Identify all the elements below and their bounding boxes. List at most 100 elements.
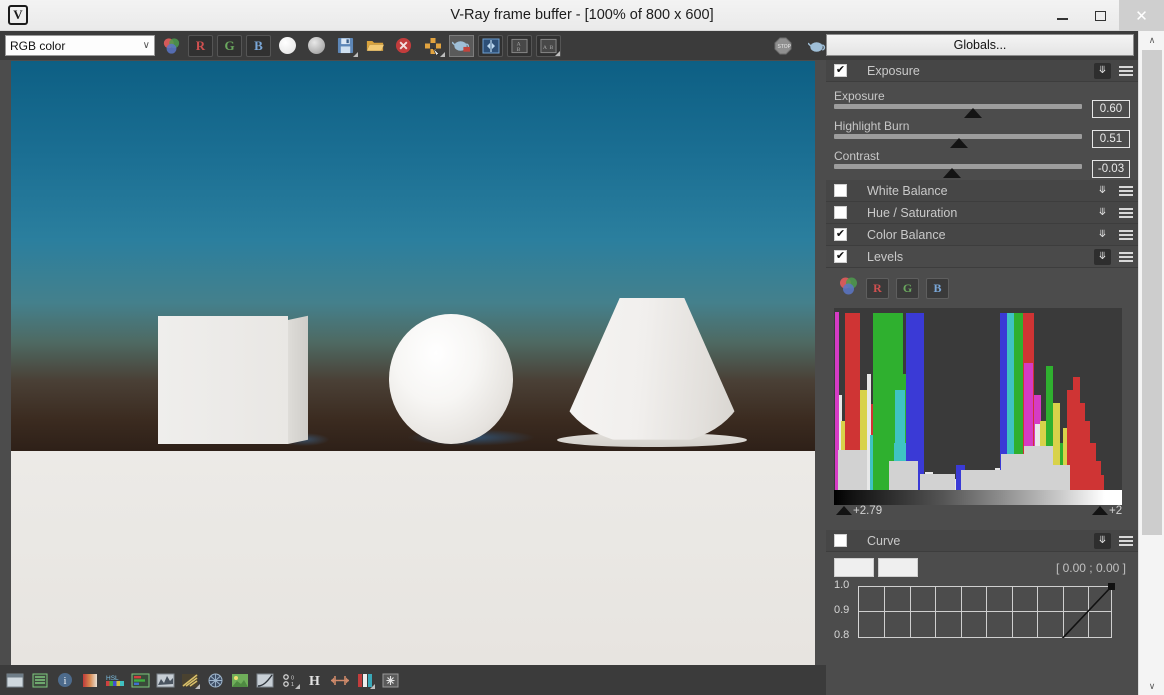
icc-icon[interactable] — [230, 671, 250, 689]
hamburger-menu-icon[interactable] — [1119, 65, 1133, 76]
grey-circle-icon — [308, 37, 325, 54]
white-balance-checkbox[interactable] — [834, 184, 847, 197]
svg-text:0: 0 — [291, 675, 294, 681]
curve-control-point[interactable] — [1108, 583, 1115, 590]
contrast-value[interactable]: -0.03 — [1092, 160, 1130, 178]
ab-horizontal-button[interactable]: A B — [536, 34, 561, 57]
color-venn-icon — [163, 37, 180, 54]
levels-rgb-button[interactable] — [838, 276, 859, 301]
section-header-exposure[interactable]: ✔ Exposure ⤋ — [826, 60, 1138, 82]
srgb-icon[interactable] — [205, 671, 225, 689]
blue-channel-button[interactable]: B — [246, 34, 271, 57]
render-last-button[interactable] — [449, 34, 474, 57]
bars-icon[interactable] — [355, 671, 375, 689]
levels-histogram[interactable] — [834, 308, 1122, 490]
levels-red-button[interactable]: R — [866, 278, 889, 299]
double-chevron-down-icon[interactable]: ⤋ — [1094, 227, 1111, 243]
horizontal-flip-icon[interactable] — [330, 671, 350, 689]
hue-icon[interactable]: H — [305, 671, 325, 689]
histogram-band — [1052, 464, 1071, 490]
color-corrections-icon[interactable] — [30, 671, 50, 689]
levels-green-button[interactable]: G — [896, 278, 919, 299]
exposure-slider-thumb[interactable] — [964, 108, 982, 118]
exposure-body: Exposure 0.60 Highlight Burn 0.51 Contra… — [826, 82, 1138, 180]
gradient-icon[interactable] — [80, 671, 100, 689]
curve-swatch-2[interactable] — [878, 558, 918, 577]
exposure-checkbox[interactable]: ✔ — [834, 64, 847, 77]
double-chevron-down-icon[interactable]: ⤋ — [1094, 205, 1111, 221]
hamburger-menu-icon[interactable] — [1119, 185, 1133, 196]
green-channel-button[interactable]: G — [217, 34, 242, 57]
minimize-button[interactable] — [1043, 0, 1081, 31]
info-icon[interactable]: i — [55, 671, 75, 689]
channel-select[interactable]: RGB color ∨ — [5, 35, 155, 56]
curve-y-label-3: 0.8 — [834, 629, 850, 641]
histogram-band — [960, 469, 1002, 490]
save-image-button[interactable] — [333, 35, 358, 57]
curve-histogram-icon[interactable] — [155, 671, 175, 689]
exposure-track[interactable] — [834, 104, 1082, 118]
section-header-curve[interactable]: Curve ⤋ — [826, 530, 1138, 552]
contrast-slider-thumb[interactable] — [943, 168, 961, 178]
hamburger-menu-icon[interactable] — [1119, 207, 1133, 218]
scrollbar-thumb[interactable] — [1142, 50, 1162, 535]
histogram-band — [1100, 475, 1105, 490]
monochrome-button[interactable] — [304, 35, 329, 57]
hsl-icon[interactable]: HSL — [105, 671, 125, 689]
stop-render-button[interactable]: STOP — [770, 35, 795, 57]
hamburger-menu-icon[interactable] — [1119, 535, 1133, 546]
double-chevron-down-icon[interactable]: ⤋ — [1094, 532, 1111, 549]
scroll-up-button[interactable]: ∧ — [1139, 31, 1164, 49]
floppy-save-icon — [337, 37, 354, 54]
white-point-handle[interactable] — [1092, 506, 1108, 515]
highlight-burn-value[interactable]: 0.51 — [1092, 130, 1130, 148]
double-chevron-down-icon[interactable]: ⤋ — [1094, 248, 1111, 265]
close-button[interactable]: ✕ — [1119, 0, 1164, 31]
pixel-info-icon[interactable] — [5, 671, 25, 689]
section-header-color-balance[interactable]: ✔ Color Balance ⤋ — [826, 224, 1138, 246]
levels-checkbox[interactable]: ✔ — [834, 250, 847, 263]
section-header-levels[interactable]: ✔ Levels ⤋ — [826, 246, 1138, 268]
rendered-image[interactable] — [11, 61, 815, 665]
floor-plane — [11, 450, 815, 665]
red-x-icon — [395, 37, 412, 54]
globals-button[interactable]: Globals... — [826, 34, 1134, 56]
exposure-curve-icon[interactable] — [255, 671, 275, 689]
ab-vertical-button[interactable]: A B — [507, 34, 532, 57]
panel-scrollbar[interactable]: ∧ ∨ — [1138, 31, 1164, 695]
ocio-icon[interactable]: 01 — [280, 671, 300, 689]
red-channel-button[interactable]: R — [188, 34, 213, 57]
highlight-burn-track[interactable] — [834, 134, 1082, 148]
load-image-button[interactable] — [362, 35, 387, 57]
section-header-hue-saturation[interactable]: Hue / Saturation ⤋ — [826, 202, 1138, 224]
black-point-handle[interactable] — [836, 506, 852, 515]
curve-swatch-1[interactable] — [834, 558, 874, 577]
curve-checkbox[interactable] — [834, 534, 847, 547]
hamburger-menu-icon[interactable] — [1119, 229, 1133, 240]
maximize-button[interactable] — [1081, 0, 1119, 31]
scroll-down-button[interactable]: ∨ — [1139, 677, 1164, 695]
denoise-icon[interactable] — [380, 671, 400, 689]
alpha-channel-button[interactable] — [275, 35, 300, 57]
exposure-slider-label: Exposure — [834, 89, 885, 103]
clear-image-button[interactable] — [391, 35, 416, 57]
curve-graph[interactable]: 1.0 0.9 0.8 — [834, 579, 1115, 641]
vray-frame-buffer-window: V V-Ray frame buffer - [100% of 800 x 60… — [0, 0, 1164, 695]
hue-saturation-checkbox[interactable] — [834, 206, 847, 219]
double-chevron-down-icon[interactable]: ⤋ — [1094, 62, 1111, 79]
channel-select-value: RGB color — [10, 38, 66, 53]
highlight-burn-slider-thumb[interactable] — [950, 138, 968, 148]
color-balance-checkbox[interactable]: ✔ — [834, 228, 847, 241]
black-point-value: +2.79 — [853, 505, 883, 517]
lut-icon[interactable] — [180, 671, 200, 689]
levels-blue-button[interactable]: B — [926, 278, 949, 299]
double-chevron-down-icon[interactable]: ⤋ — [1094, 183, 1111, 199]
section-header-white-balance[interactable]: White Balance ⤋ — [826, 180, 1138, 202]
track-mouse-button[interactable] — [420, 35, 445, 57]
contrast-track[interactable] — [834, 164, 1082, 178]
rgb-color-channel-button[interactable] — [159, 35, 184, 57]
hamburger-menu-icon[interactable] — [1119, 251, 1133, 262]
ab-compare-button[interactable] — [478, 34, 503, 57]
exposure-value[interactable]: 0.60 — [1092, 100, 1130, 118]
color-levels-icon[interactable] — [130, 671, 150, 689]
